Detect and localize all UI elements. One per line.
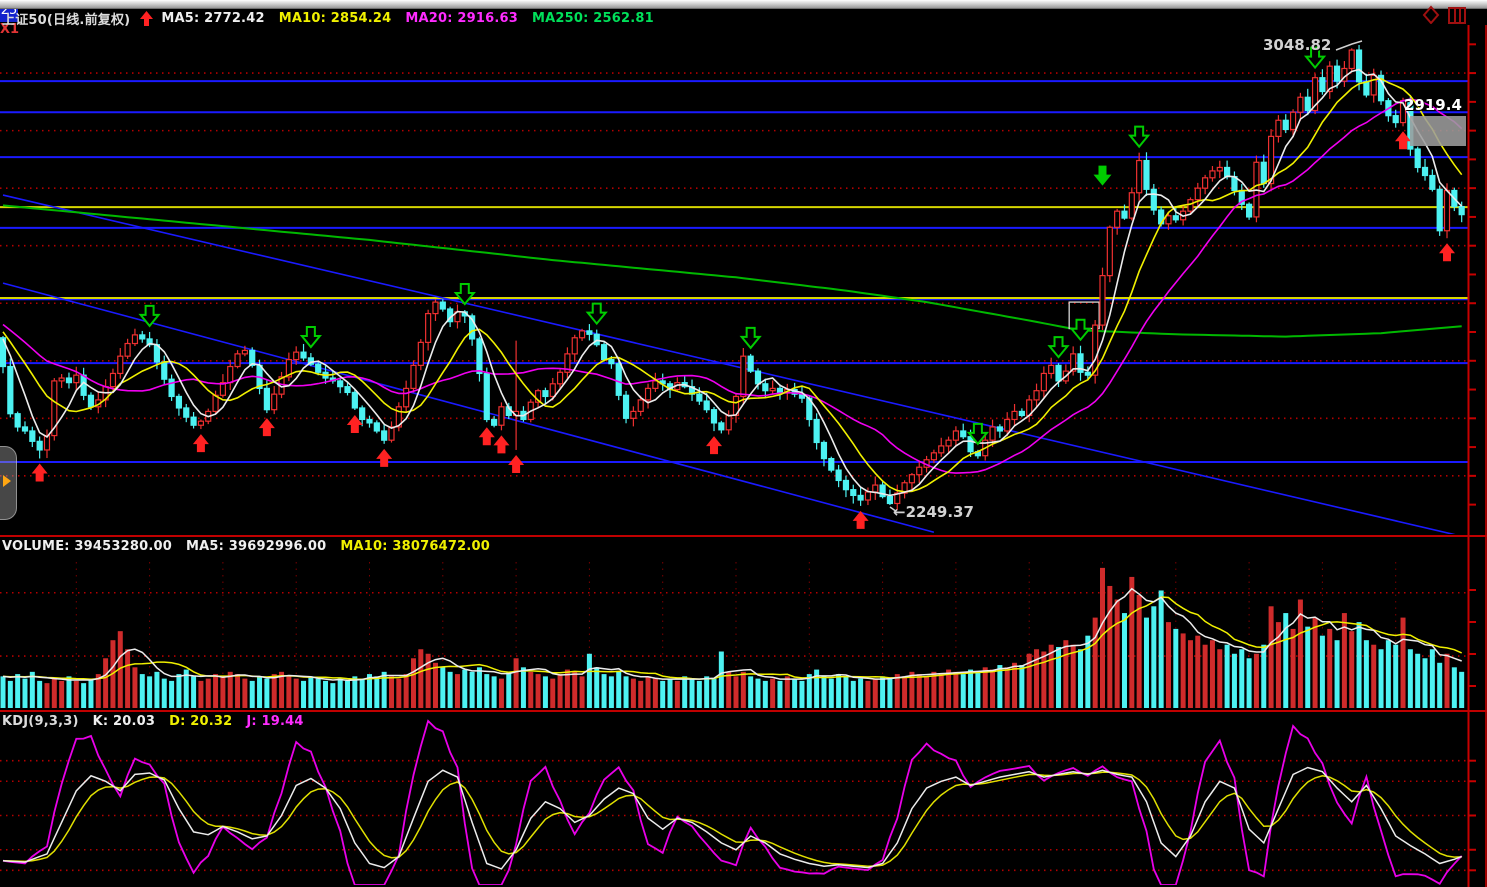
high-price-annotation: 3048.82 (1263, 36, 1331, 54)
symbol-title: 上证50(日线.前复权) (2, 9, 130, 28)
sidebar-expand-handle[interactable] (0, 446, 17, 520)
low-price-annotation: ←2249.37 (893, 503, 974, 521)
diamond-icon[interactable] (1421, 4, 1441, 24)
ma20-value: MA20: 2916.63 (405, 11, 518, 26)
volume-ma10-value: MA10: 38076472.00 (340, 539, 490, 554)
ma10-value: MA10: 2854.24 (279, 11, 392, 26)
volume-value: VOLUME: 39453280.00 (2, 539, 172, 554)
volume-ma5-value: MA5: 39692996.00 (186, 539, 326, 554)
current-price-annotation: 2919.4 (1404, 96, 1462, 114)
chart-canvas[interactable] (0, 0, 1487, 887)
kdj-k-value: K: 20.03 (93, 714, 156, 729)
trading-app-window: 上证50(日线.前复权) MA5: 2772.42 MA10: 2854.24 … (0, 0, 1487, 887)
window-top-strip (0, 0, 1487, 9)
ma250-value: MA250: 2562.81 (532, 11, 654, 26)
window-layout-icon[interactable] (1447, 4, 1467, 24)
corner-toolbar (1421, 4, 1467, 24)
kdj-indicator-label: KDJ(9,3,3) (2, 714, 79, 729)
kdj-header: KDJ(9,3,3) K: 20.03 D: 20.32 J: 19.44 (2, 714, 318, 729)
volume-header: VOLUME: 39453280.00 MA5: 39692996.00 MA1… (2, 539, 504, 554)
up-arrow-icon (140, 11, 153, 26)
expand-arrow-icon (3, 475, 11, 487)
ma5-value: MA5: 2772.42 (161, 11, 264, 26)
main-chart-header: 上证50(日线.前复权) MA5: 2772.42 MA10: 2854.24 … (2, 9, 668, 28)
kdj-d-value: D: 20.32 (169, 714, 232, 729)
kdj-j-value: J: 19.44 (246, 714, 303, 729)
